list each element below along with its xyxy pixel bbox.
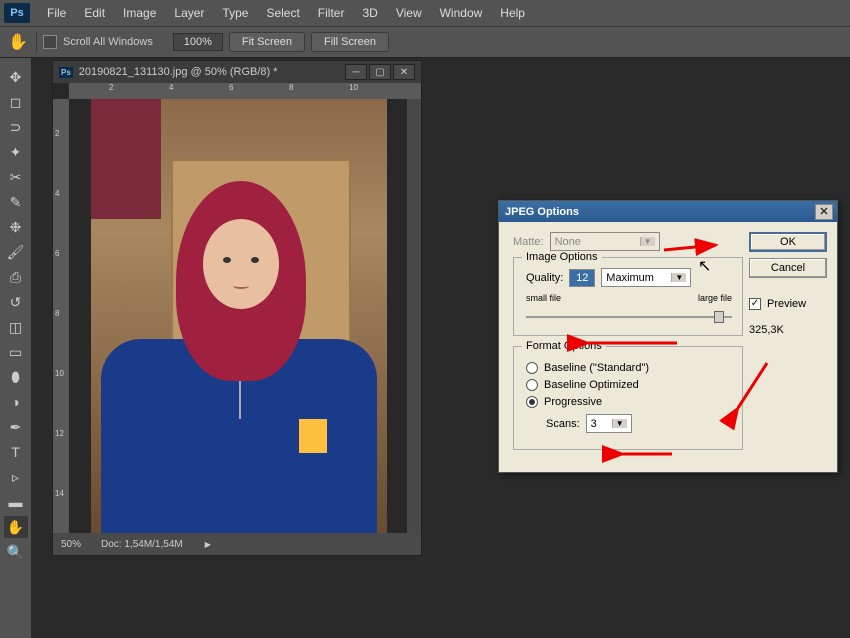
menu-window[interactable]: Window <box>431 2 492 24</box>
path-tool[interactable]: ▹ <box>4 466 28 488</box>
quality-slider[interactable] <box>526 309 732 325</box>
options-bar: ✋ Scroll All Windows 100% Fit Screen Fil… <box>0 26 850 58</box>
quality-preset-select[interactable]: Maximum▼ <box>601 268 691 287</box>
menu-help[interactable]: Help <box>491 2 534 24</box>
document-window: Ps 20190821_131130.jpg @ 50% (RGB/8) * ─… <box>52 60 422 556</box>
fit-screen-button[interactable]: Fit Screen <box>229 32 305 52</box>
large-file-label: large file <box>698 293 732 303</box>
zoom-status[interactable]: 50% <box>61 539 81 550</box>
format-options-legend: Format Options <box>522 340 606 352</box>
close-doc-button[interactable]: ✕ <box>393 64 415 80</box>
marquee-tool[interactable]: ◻ <box>4 91 28 113</box>
lasso-tool[interactable]: ⊃ <box>4 116 28 138</box>
cursor-icon: ↖ <box>698 256 711 276</box>
doc-size-status: Doc: 1,54M/1,54M <box>101 539 183 550</box>
wand-tool[interactable]: ✦ <box>4 141 28 163</box>
dialog-close-button[interactable]: ✕ <box>815 204 833 220</box>
gradient-tool[interactable]: ▭ <box>4 341 28 363</box>
ps-mini-icon: Ps <box>59 67 73 78</box>
menu-edit[interactable]: Edit <box>75 2 114 24</box>
menu-file[interactable]: File <box>38 2 75 24</box>
baseline-std-label: Baseline ("Standard") <box>544 362 649 374</box>
pen-tool[interactable]: ✒ <box>4 416 28 438</box>
matte-select: None▼ <box>550 232 660 251</box>
format-options-group: Format Options Baseline ("Standard") Bas… <box>513 346 743 450</box>
menu-bar: Ps File Edit Image Layer Type Select Fil… <box>0 0 850 26</box>
brush-tool[interactable]: 🖌 <box>4 241 28 263</box>
type-tool[interactable]: T <box>4 441 28 463</box>
eraser-tool[interactable]: ◫ <box>4 316 28 338</box>
eyedropper-tool[interactable]: ✎ <box>4 191 28 213</box>
menu-type[interactable]: Type <box>213 2 257 24</box>
menu-3d[interactable]: 3D <box>353 2 386 24</box>
stamp-tool[interactable]: ⎙ <box>4 266 28 288</box>
dialog-title: JPEG Options <box>505 206 579 218</box>
heal-tool[interactable]: ❉ <box>4 216 28 238</box>
status-bar: 50% Doc: 1,54M/1,54M ▶ <box>53 533 421 555</box>
minimize-button[interactable]: ─ <box>345 64 367 80</box>
vertical-scrollbar[interactable] <box>407 99 421 533</box>
move-tool[interactable]: ✥ <box>4 66 28 88</box>
zoom-tool[interactable]: 🔍 <box>4 541 28 563</box>
scans-label: Scans: <box>546 418 580 430</box>
baseline-std-radio[interactable] <box>526 362 538 374</box>
jpeg-options-dialog: JPEG Options ✕ OK Cancel ✓ Preview 325,3… <box>498 200 838 473</box>
quality-label: Quality: <box>526 272 563 284</box>
document-tab[interactable]: Ps 20190821_131130.jpg @ 50% (RGB/8) * ─… <box>53 61 421 83</box>
document-title: 20190821_131130.jpg @ 50% (RGB/8) * <box>79 66 278 78</box>
fill-screen-button[interactable]: Fill Screen <box>311 32 389 52</box>
crop-tool[interactable]: ✂ <box>4 166 28 188</box>
hand-tool-icon: ✋ <box>6 30 30 54</box>
zoom-input[interactable]: 100% <box>173 33 223 51</box>
progressive-label: Progressive <box>544 396 602 408</box>
tools-panel: ✥ ◻ ⊃ ✦ ✂ ✎ ❉ 🖌 ⎙ ↺ ◫ ▭ ⬮ ◑ ✒ T ▹ ▬ ✋ 🔍 <box>0 58 32 638</box>
preview-label: Preview <box>767 298 806 310</box>
shape-tool[interactable]: ▬ <box>4 491 28 513</box>
quality-input[interactable]: 12 <box>569 269 595 287</box>
menu-select[interactable]: Select <box>257 2 308 24</box>
workspace: Ps 20190821_131130.jpg @ 50% (RGB/8) * ─… <box>32 58 850 638</box>
canvas[interactable] <box>69 99 407 533</box>
app-logo: Ps <box>4 3 30 23</box>
history-brush-tool[interactable]: ↺ <box>4 291 28 313</box>
dodge-tool[interactable]: ◑ <box>4 391 28 413</box>
scroll-all-label: Scroll All Windows <box>63 36 153 48</box>
menu-view[interactable]: View <box>387 2 431 24</box>
hand-tool[interactable]: ✋ <box>4 516 28 538</box>
menu-filter[interactable]: Filter <box>309 2 354 24</box>
dialog-titlebar[interactable]: JPEG Options ✕ <box>499 201 837 222</box>
matte-label: Matte: <box>513 236 544 248</box>
baseline-opt-label: Baseline Optimized <box>544 379 639 391</box>
progressive-radio[interactable] <box>526 396 538 408</box>
small-file-label: small file <box>526 293 561 303</box>
preview-checkbox[interactable]: ✓ <box>749 298 761 310</box>
scans-select[interactable]: 3▼ <box>586 414 632 433</box>
filesize-label: 325,3K <box>749 324 827 336</box>
menu-image[interactable]: Image <box>114 2 165 24</box>
horizontal-ruler: 2 4 6 8 10 <box>69 83 421 99</box>
ok-button[interactable]: OK <box>749 232 827 252</box>
vertical-ruler: 2 4 6 8 10 12 14 <box>53 99 69 533</box>
photo-content <box>91 99 387 537</box>
menu-layer[interactable]: Layer <box>165 2 213 24</box>
baseline-opt-radio[interactable] <box>526 379 538 391</box>
image-options-legend: Image Options <box>522 251 602 263</box>
slider-thumb[interactable] <box>714 311 724 323</box>
cancel-button[interactable]: Cancel <box>749 258 827 278</box>
maximize-button[interactable]: ▢ <box>369 64 391 80</box>
status-flyout-icon[interactable]: ▶ <box>205 540 211 549</box>
blur-tool[interactable]: ⬮ <box>4 366 28 388</box>
scroll-all-checkbox[interactable] <box>43 35 57 49</box>
